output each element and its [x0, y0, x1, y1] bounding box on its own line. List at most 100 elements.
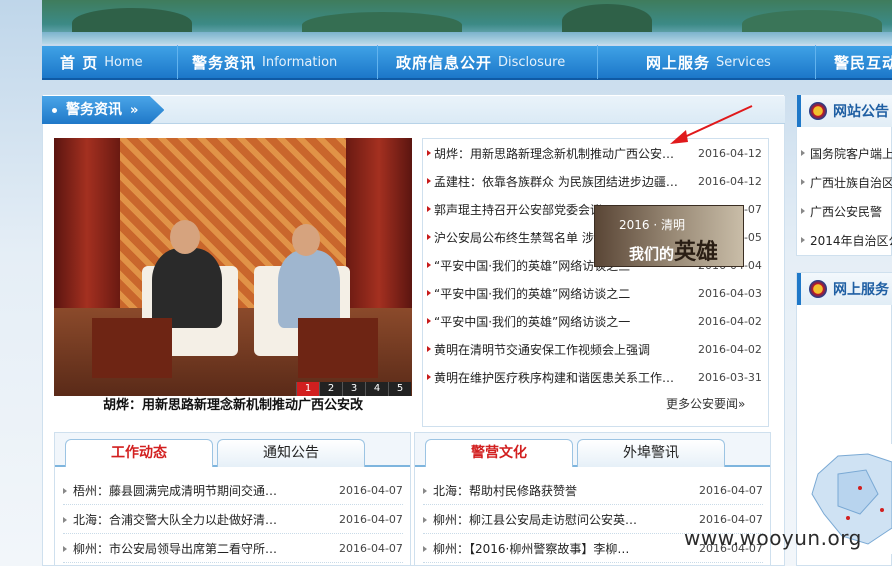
- more-news-link[interactable]: 更多公安要闻»: [666, 395, 745, 412]
- nav-label-en: Services: [716, 54, 771, 70]
- promo-title-a: 我们的: [629, 245, 675, 263]
- notice-link-text[interactable]: 广西公安民警: [810, 203, 882, 220]
- police-badge-icon: [809, 280, 827, 298]
- news-date: 2016-03-31: [698, 370, 762, 384]
- news-date: 2016-04-02: [698, 342, 762, 356]
- notice-link[interactable]: 2014年自治区公: [801, 226, 892, 254]
- news-title[interactable]: 黄明在清明节交通安保工作视频会上强调: [434, 341, 686, 358]
- nav-label-en: Information: [262, 54, 338, 70]
- header-banner: [42, 0, 892, 44]
- nav-item-disclosure[interactable]: 政府信息公开 Disclosure: [378, 45, 598, 79]
- bullet-icon: [427, 178, 431, 184]
- bullet-icon: [427, 150, 431, 156]
- tab-bar: 警营文化 外埠警讯: [415, 433, 770, 467]
- photo-caption[interactable]: 胡烨：用新思路新理念新机制推动广西公安改: [54, 396, 412, 416]
- bullet-icon: [801, 150, 805, 156]
- nav-label-en: Home: [104, 54, 143, 70]
- news-title[interactable]: “平安中国·我们的英雄”网络访谈之一: [434, 313, 686, 330]
- section-title-tab[interactable]: 警务资讯 »: [42, 96, 165, 124]
- bullet-icon: [427, 234, 431, 240]
- slide-page-button[interactable]: 1: [296, 382, 319, 396]
- bullet-icon: [427, 262, 431, 268]
- bullet-icon: [427, 374, 431, 380]
- item-title[interactable]: 梧州：藤县圆满完成清明节期间交通…: [73, 482, 333, 499]
- tab-bar: 工作动态 通知公告: [55, 433, 410, 467]
- notice-link-text[interactable]: 2014年自治区公: [810, 232, 892, 249]
- slide-page-button[interactable]: 5: [388, 382, 411, 396]
- slide-page-button[interactable]: 4: [365, 382, 388, 396]
- police-emblem-icon: [809, 102, 827, 120]
- nav-label: 警民互动: [834, 53, 892, 72]
- notice-link[interactable]: 广西壮族自治区: [801, 168, 892, 196]
- notice-link-text[interactable]: 广西壮族自治区: [810, 174, 892, 191]
- item-title[interactable]: 柳州：柳江县公安局走访慰问公安英…: [433, 511, 693, 528]
- slide-page-button[interactable]: 3: [342, 382, 365, 396]
- bullet-icon: [63, 545, 67, 552]
- item-date: 2016-04-07: [339, 542, 403, 555]
- news-date: 2016-04-02: [698, 314, 762, 328]
- red-arrow-annotation: [670, 105, 753, 144]
- news-item[interactable]: 黄明在清明节交通安保工作视频会上强调 2016-04-02: [427, 335, 764, 363]
- featured-photo[interactable]: [54, 138, 412, 396]
- services-title: 网上服务: [833, 282, 889, 298]
- bullet-icon: [63, 487, 67, 494]
- nav-label: 政府信息公开: [396, 53, 493, 72]
- bullet-icon: [423, 487, 427, 494]
- news-date: 2016-04-03: [698, 286, 762, 300]
- tab-work-news[interactable]: 工作动态: [65, 439, 213, 467]
- watermark-text: www.wooyun.org: [684, 526, 862, 550]
- item-title[interactable]: 北海：合浦交警大队全力以赴做好清…: [73, 511, 333, 528]
- item-title[interactable]: 北海：帮助村民修路获赞誉: [433, 482, 693, 499]
- tab-external-news[interactable]: 外埠警讯: [577, 439, 725, 467]
- promo-title: 我们的英雄: [629, 234, 718, 266]
- news-title[interactable]: 孟建柱：依靠各族群众 为民族团结进步边疆…: [434, 173, 686, 190]
- news-title[interactable]: 黄明在维护医疗秩序构建和谐医患关系工作…: [434, 369, 686, 386]
- nav-item-information[interactable]: 警务资讯 Information: [178, 45, 378, 79]
- list-item[interactable]: 北海：合浦交警大队全力以赴做好清… 2016-04-07: [63, 506, 403, 534]
- news-list: 胡烨：用新思路新理念新机制推动广西公安… 2016-04-12 孟建柱：依靠各族群…: [422, 138, 769, 427]
- nav-item-interaction[interactable]: 警民互动: [816, 45, 892, 79]
- item-date: 2016-04-07: [699, 513, 763, 526]
- promo-year: 2016 · 清明: [619, 218, 685, 232]
- notice-header: 网站公告: [797, 95, 892, 127]
- item-date: 2016-04-07: [339, 513, 403, 526]
- news-item[interactable]: “平安中国·我们的英雄”网络访谈之二 2016-04-03: [427, 279, 764, 307]
- notice-box: 网站公告 国务院客户端上 广西壮族自治区 广西公安民警 2014年自治区公: [796, 94, 892, 256]
- list-item[interactable]: 柳州：市公安局领导出席第二看守所… 2016-04-07: [63, 535, 403, 563]
- notice-link[interactable]: 国务院客户端上: [801, 139, 892, 167]
- news-item[interactable]: “平安中国·我们的英雄”网络访谈之一 2016-04-02: [427, 307, 764, 335]
- right-sidebar: 网站公告 国务院客户端上 广西壮族自治区 广西公安民警 2014年自治区公 网上…: [796, 94, 892, 566]
- section-title: 警务资讯: [66, 102, 122, 118]
- slide-page-button[interactable]: 2: [319, 382, 342, 396]
- tab-police-culture[interactable]: 警营文化: [425, 439, 573, 467]
- nav-label-en: Disclosure: [498, 54, 566, 70]
- notice-title: 网站公告: [833, 104, 889, 120]
- news-title[interactable]: “平安中国·我们的英雄”网络访谈之二: [434, 285, 686, 302]
- main-nav: 首 页 Home 警务资讯 Information 政府信息公开 Disclos…: [42, 45, 892, 80]
- bullet-icon: [801, 237, 805, 243]
- bullet-icon: [427, 206, 431, 212]
- news-date: 2016-04-12: [698, 174, 762, 188]
- bullet-icon: [801, 208, 805, 214]
- item-date: 2016-04-07: [339, 484, 403, 497]
- list-item[interactable]: 梧州：藤县圆满完成清明节期间交通… 2016-04-07: [63, 477, 403, 505]
- notice-link-text[interactable]: 国务院客户端上: [810, 145, 892, 162]
- item-title[interactable]: 柳州：【2016·柳州警察故事】李柳…: [433, 540, 693, 557]
- news-title[interactable]: 胡烨：用新思路新理念新机制推动广西公安…: [434, 145, 686, 162]
- nav-label: 网上服务: [646, 53, 711, 72]
- nav-item-home[interactable]: 首 页 Home: [42, 45, 178, 79]
- nav-item-services[interactable]: 网上服务 Services: [598, 45, 816, 79]
- news-item[interactable]: 孟建柱：依靠各族群众 为民族团结进步边疆… 2016-04-12: [427, 167, 764, 195]
- work-news-panel: 工作动态 通知公告 梧州：藤县圆满完成清明节期间交通… 2016-04-07 北海…: [54, 432, 411, 566]
- tab-notices[interactable]: 通知公告: [217, 439, 365, 467]
- bullet-icon: [63, 516, 67, 523]
- news-date: 2016-04-12: [698, 146, 762, 160]
- news-item[interactable]: 黄明在维护医疗秩序构建和谐医患关系工作… 2016-03-31: [427, 363, 764, 391]
- slide-pager: 1 2 3 4 5: [296, 382, 411, 396]
- promo-badge[interactable]: 2016 · 清明 我们的英雄: [594, 205, 744, 267]
- bullet-icon: [801, 179, 805, 185]
- bullet-icon: [427, 290, 431, 296]
- notice-link[interactable]: 广西公安民警: [801, 197, 892, 225]
- list-item[interactable]: 北海：帮助村民修路获赞誉 2016-04-07: [423, 477, 763, 505]
- item-title[interactable]: 柳州：市公安局领导出席第二看守所…: [73, 540, 333, 557]
